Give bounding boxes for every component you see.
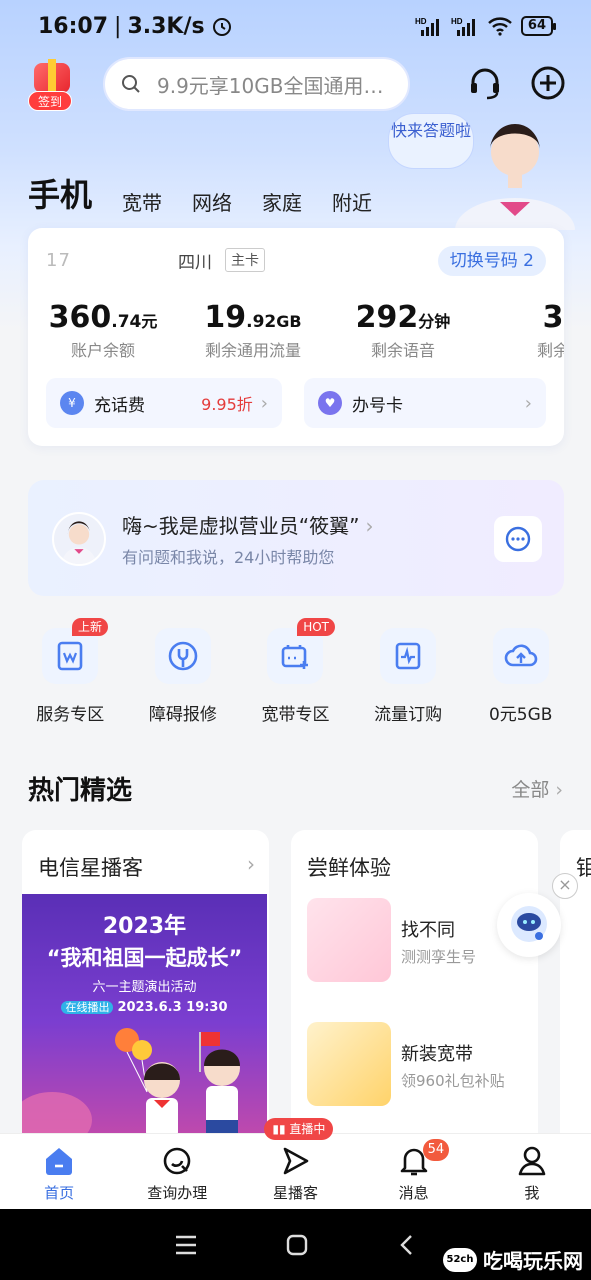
featured-more-link[interactable]: 全部 › [511,775,563,802]
signal-icon-2: HD [451,17,475,36]
gift-icon [34,59,70,93]
wifi-icon [488,17,512,36]
stat-balance[interactable]: 360.74元 账户余额 [28,300,178,361]
system-navigation-bar: 52ch 吃喝玩乐网 [0,1209,591,1280]
agent-illustration[interactable] [450,100,580,230]
home-icon [42,1144,76,1178]
bottom-navigation: 首页 查询办理 ▮▮ 直播中 星播客 54 消息 我 [0,1118,591,1209]
tab-phone[interactable]: 手机 [28,170,92,216]
person-icon [515,1144,549,1178]
search-icon [122,75,140,93]
alarm-icon [212,18,231,36]
account-stats: 360.74元 账户余额 19.92GB 剩余通用流量 292分钟 剩余语音 3… [28,300,564,361]
status-time: 16:07 [38,13,109,39]
card-type-badge: 主卡 [225,248,265,272]
recharge-discount: 9.95折 [201,395,253,414]
cloud-upload-icon [492,628,549,684]
menu-icon[interactable] [174,1234,198,1256]
try-item-broadband[interactable]: 新装宽带 领960礼包补贴 [305,1022,535,1110]
stat-data[interactable]: 19.92GB 剩余通用流量 [178,300,328,361]
tab-network[interactable]: 网络 [192,187,232,216]
nav-star-broadcaster[interactable]: ▮▮ 直播中 星播客 [236,1118,354,1209]
message-count-badge: 54 [422,1139,450,1161]
card-title: 钼 [576,856,591,880]
nav-me[interactable]: 我 [473,1134,591,1209]
chevron-right-icon: › [524,392,532,414]
account-card: 17 四川 主卡 切换号码 2 360.74元 账户余额 19.92GB 剩余通… [28,228,564,446]
play-icon [278,1144,312,1178]
tab-nearby[interactable]: 附近 [332,187,372,216]
data-icon [380,628,437,684]
quick-free-data[interactable]: 0元5GB [464,618,577,725]
children-illustration [22,1028,240,1148]
account-region: 四川 [178,253,212,273]
nav-messages[interactable]: 54 消息 [355,1134,473,1209]
headset-icon[interactable] [467,65,503,101]
chat-button[interactable] [494,516,542,562]
quick-service-zone[interactable]: 上新 服务专区 [14,618,127,725]
new-badge: 上新 [72,618,109,636]
bars-icon: ▮▮ [272,1122,290,1136]
hot-badge: HOT [297,618,335,636]
switch-number-button[interactable]: 切换号码 2 [437,246,546,276]
tab-broadband[interactable]: 宽带 [122,187,162,216]
home-square-icon[interactable] [286,1234,308,1256]
svg-text:HD: HD [451,17,463,26]
robot-icon [511,906,547,942]
card-title: 尝鲜体验 [307,856,391,880]
svg-text:HD: HD [415,17,427,26]
chevron-right-icon: › [260,392,268,414]
quick-repair[interactable]: 障碍报修 [127,618,240,725]
assistant-avatar [52,512,106,566]
new-card-button[interactable]: ♥ 办号卡 › [304,378,546,428]
assistant-title: 嗨~我是虚拟营业员“筱翼” › [122,514,374,538]
heart-icon: ♥ [318,391,342,415]
signin-label: 签到 [28,91,72,111]
find-difference-thumbnail [307,898,391,982]
signal-icon: HD [415,17,439,36]
document-icon [42,628,99,684]
search-circle-icon [160,1144,194,1178]
search-placeholder: 9.9元享10GB全国通用… [157,73,384,98]
nav-home[interactable]: 首页 [0,1134,118,1209]
search-input[interactable]: 9.9元享10GB全国通用… [103,57,410,111]
add-icon[interactable] [530,65,566,101]
category-tabs: 手机 宽带 网络 家庭 附近 [28,170,402,216]
watermark: 52ch 吃喝玩乐网 [443,1245,583,1274]
chevron-right-icon: › [247,852,255,876]
nav-query[interactable]: 查询办理 [118,1134,236,1209]
live-badge: ▮▮ 直播中 [264,1118,334,1140]
status-bar: 16:07 | 3.3K/s HD HD 64 [0,0,591,52]
virtual-assistant-banner[interactable]: 嗨~我是虚拟营业员“筱翼” › 有问题和我说，24小时帮助您 [28,480,564,596]
router-icon [267,628,324,684]
wrench-icon [154,628,211,684]
stat-voice[interactable]: 292分钟 剩余语音 [328,300,478,361]
back-icon[interactable] [397,1234,417,1256]
promo-banner[interactable]: 2023年 “我和祖国一起成长” 六一主题演出活动 在线播出 2023.6.3 1… [22,894,267,1150]
robot-assistant-button[interactable] [497,893,561,957]
gift-box-thumbnail [307,1022,391,1106]
recharge-button[interactable]: ¥ 充话费 9.95折 › [46,378,282,428]
status-speed: 3.3K/s [127,13,205,39]
phone-number: 17 [46,250,71,271]
chat-icon [505,526,531,552]
assistant-subtitle: 有问题和我说，24小时帮助您 [122,548,335,567]
featured-title: 热门精选 [28,776,133,806]
close-icon[interactable]: × [552,873,578,899]
quick-actions: 上新 服务专区 障碍报修 HOT 宽带专区 流量订购 0元5GB [14,618,577,725]
card-title: 电信星播客 [38,856,143,880]
stat-more[interactable]: 3 剩余 [478,300,564,361]
card-try-new[interactable]: 尝鲜体验 找不同 测测孪生号 新装宽带 领960礼包补贴 [291,830,538,1150]
quick-broadband[interactable]: HOT 宽带专区 [239,618,352,725]
tab-home[interactable]: 家庭 [262,187,302,216]
battery-indicator: 64 [520,16,557,36]
quick-data-order[interactable]: 流量订购 [352,618,465,725]
card-star-broadcaster[interactable]: 电信星播客 › 2023年 “我和祖国一起成长” 六一主题演出活动 在线播出 20… [22,830,269,1150]
signin-button[interactable]: 签到 [26,59,76,111]
yuan-icon: ¥ [60,391,84,415]
